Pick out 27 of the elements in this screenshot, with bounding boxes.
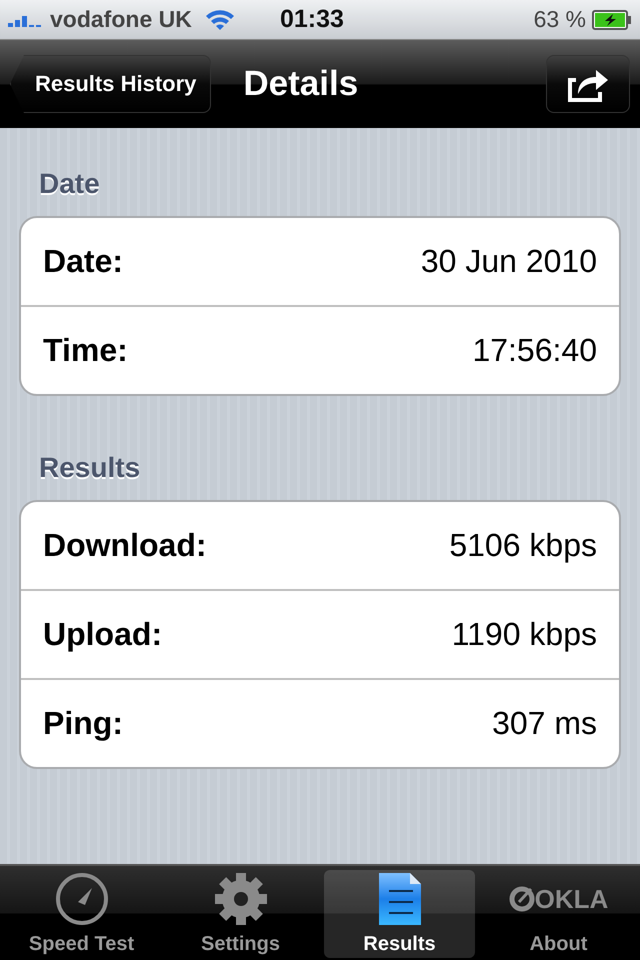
section-heading: Date — [39, 168, 101, 200]
row-value: 307 ms — [492, 705, 597, 742]
share-button[interactable] — [546, 55, 630, 113]
row-value: 5106 kbps — [449, 527, 597, 564]
page-title: Details — [243, 64, 358, 104]
battery-percentage: 63 % — [534, 6, 586, 33]
logo-text: OKLA — [534, 884, 608, 914]
tab-item[interactable]: OKLA About — [483, 870, 634, 958]
row-value: 30 Jun 2010 — [420, 243, 597, 280]
tab-item[interactable]: Speed Test — [6, 870, 157, 958]
wifi-icon — [204, 8, 236, 32]
battery-icon — [592, 10, 632, 30]
row-label: Date: — [43, 243, 124, 280]
section-heading: Results — [39, 452, 142, 484]
back-button[interactable]: Results History — [10, 55, 212, 113]
tab-item[interactable]: Results — [324, 870, 475, 958]
document-icon — [376, 871, 422, 927]
gear-icon — [212, 871, 268, 927]
row-value: 1190 kbps — [452, 616, 597, 653]
row-label: Ping: — [43, 705, 123, 742]
row-label: Time: — [43, 332, 128, 369]
row-label: Upload: — [43, 616, 162, 653]
row-value: 17:56:40 — [472, 332, 597, 369]
carrier-name: vodafone UK — [50, 6, 192, 33]
row-label: Download: — [43, 527, 207, 564]
status-time: 01:33 — [280, 5, 344, 34]
tab-item[interactable]: Settings — [165, 870, 316, 958]
